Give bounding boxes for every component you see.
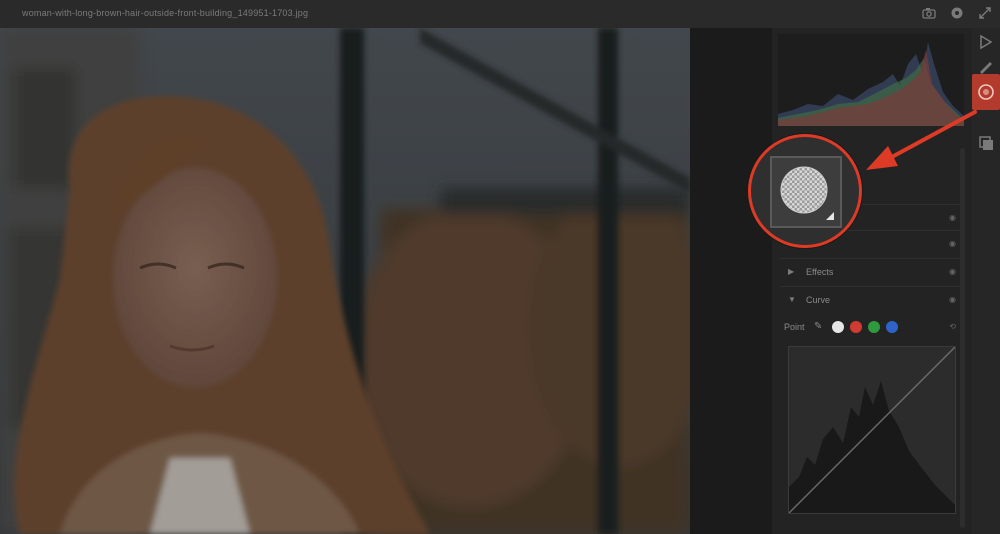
title-bar: woman-with-long-brown-hair-outside-front… [0,0,1000,28]
channel-blue-swatch[interactable] [886,321,898,333]
panel-scrollbar[interactable] [960,148,965,528]
effects-section[interactable]: ▶ Effects ◉ [780,258,962,285]
tool-strip [972,28,1000,534]
expand-icon[interactable] [978,6,992,20]
radial-gradient-tool-button[interactable] [972,74,1000,110]
edit-tool-button[interactable] [976,32,996,52]
chevron-right-icon: ▶ [788,267,795,276]
curve-channel-label: Point [784,322,805,332]
chevron-down-icon: ▼ [788,295,796,304]
channel-red-swatch[interactable] [850,321,862,333]
visibility-icon[interactable]: ◉ [949,239,956,248]
tone-curve-graph[interactable] [788,346,956,514]
camera-icon[interactable] [922,6,936,20]
pencil-icon[interactable]: ✎ [814,321,822,332]
brush-tool-button[interactable] [976,56,996,76]
radial-filter-icon [770,156,842,228]
visibility-icon[interactable]: ◉ [949,267,956,276]
histogram [778,34,964,126]
visibility-icon[interactable]: ◉ [949,295,956,304]
document-title: woman-with-long-brown-hair-outside-front… [22,8,309,18]
help-icon[interactable] [950,6,964,20]
adjustment-panel: ◉ ◉ ▶ Effects ◉ ▼ Curve ◉ Point ✎ ⟲ [772,28,972,534]
effects-label: Effects [806,267,834,277]
channel-green-swatch[interactable] [868,321,880,333]
photo-canvas[interactable] [0,28,690,534]
zoom-callout [748,134,862,248]
curve-section[interactable]: ▼ Curve ◉ [780,286,962,313]
channel-rgb-swatch[interactable] [832,321,844,333]
reset-icon[interactable]: ⟲ [949,322,956,331]
curve-label: Curve [806,295,831,305]
panel-gutter [690,28,772,534]
curve-channel-row: Point ✎ ⟲ [780,318,962,338]
visibility-icon[interactable]: ◉ [949,213,956,222]
presets-tool-button[interactable] [976,132,996,152]
